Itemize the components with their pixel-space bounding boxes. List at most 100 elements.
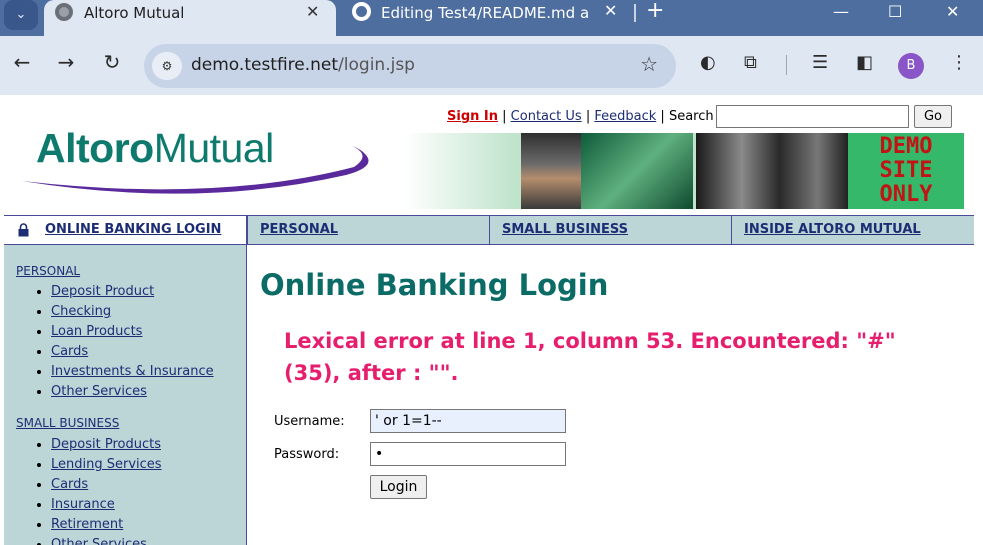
tab-altoro-mutual[interactable]: Altoro Mutual ✕: [44, 0, 336, 36]
toolbar-divider: [786, 55, 787, 75]
sidebar-link[interactable]: Cards: [51, 344, 88, 359]
demo-text: ONLY: [879, 182, 933, 207]
top-links: Sign In | Contact Us | Feedback | Search: [447, 109, 714, 124]
sign-in-link[interactable]: Sign In: [447, 109, 498, 124]
sidebar-link[interactable]: Deposit Products: [51, 437, 161, 452]
list-item: Checking: [51, 303, 214, 323]
address-bar[interactable]: ⚙ demo.testfire.net/login.jsp ☆: [144, 44, 676, 88]
sidebar-link[interactable]: Other Services: [51, 537, 147, 545]
tab-github-readme[interactable]: Editing Test4/README.md at m ✕: [342, 0, 632, 30]
sidebar-link[interactable]: Insurance: [51, 497, 115, 512]
back-button[interactable]: ←: [10, 50, 34, 74]
list-item: Retirement: [51, 516, 162, 536]
banner-photo-meeting: [696, 133, 848, 209]
error-message: Lexical error at line 1, column 53. Enco…: [284, 329, 896, 385]
sidebar-personal-list: Deposit Product Checking Loan Products C…: [51, 283, 214, 403]
list-item: Cards: [51, 476, 162, 496]
tune-icon: ⚙: [161, 59, 173, 73]
sidebar-link[interactable]: Retirement: [51, 517, 123, 532]
url-text[interactable]: demo.testfire.net/login.jsp: [191, 55, 415, 75]
tab-search-button[interactable]: ⌄: [4, 0, 38, 30]
logo-wordmark: AltoroMutual: [36, 125, 274, 172]
left-sidebar: PERSONAL Deposit Product Checking Loan P…: [4, 245, 247, 545]
username-field[interactable]: ' or 1=1--: [370, 409, 566, 433]
contact-us-link[interactable]: Contact Us: [511, 109, 582, 124]
lock-icon: [18, 223, 29, 237]
arrow-left-icon: ←: [13, 50, 31, 74]
tab-divider: [634, 4, 636, 22]
banner-photo-keyboard: [581, 133, 693, 209]
nav-login-link[interactable]: ONLINE BANKING LOGIN: [45, 216, 221, 244]
demo-site-only-badge: DEMO SITE ONLY: [848, 133, 964, 209]
password-field[interactable]: •: [370, 442, 566, 466]
url-path: /login.jsp: [338, 55, 415, 75]
nav-small-business-link[interactable]: SMALL BUSINESS: [502, 222, 628, 237]
close-icon[interactable]: ✕: [604, 3, 617, 19]
sidebar-link[interactable]: Cards: [51, 477, 88, 492]
sidebar-heading-small-business[interactable]: SMALL BUSINESS: [16, 416, 119, 430]
site-info-button[interactable]: ⚙: [152, 52, 182, 80]
list-item: Other Services: [51, 536, 162, 545]
nav-inside-altoro[interactable]: INSIDE ALTORO MUTUAL: [731, 216, 974, 244]
sidebar-heading-personal[interactable]: PERSONAL: [16, 264, 80, 278]
kebab-menu-icon[interactable]: ⋮: [950, 52, 968, 74]
list-item: Other Services: [51, 383, 214, 403]
sidebar-link[interactable]: Loan Products: [51, 324, 142, 339]
chevron-down-icon: ⌄: [15, 7, 27, 22]
main-nav: ONLINE BANKING LOGIN PERSONAL SMALL BUSI…: [4, 215, 974, 245]
link-separator: |: [585, 109, 591, 124]
forward-button[interactable]: →: [54, 50, 78, 74]
new-tab-button[interactable]: +: [646, 0, 664, 23]
banner-photo-woman: [521, 133, 581, 209]
search-label: Search: [668, 109, 714, 124]
maximize-button[interactable]: ☐: [888, 0, 902, 24]
sidebar-link[interactable]: Investments & Insurance: [51, 364, 214, 379]
demo-text: SITE: [879, 158, 933, 183]
arrow-right-icon: →: [57, 50, 75, 74]
sidebar-business-list: Deposit Products Lending Services Cards …: [51, 436, 162, 545]
demo-text: DEMO: [879, 134, 933, 159]
feedback-link[interactable]: Feedback: [594, 109, 656, 124]
close-icon[interactable]: ✕: [306, 4, 319, 20]
minimize-button[interactable]: —: [833, 0, 849, 24]
nav-small-business[interactable]: SMALL BUSINESS: [489, 216, 731, 244]
profile-avatar[interactable]: B: [898, 53, 924, 79]
reload-icon: ↻: [103, 50, 121, 74]
web-page: Sign In | Contact Us | Feedback | Search…: [0, 95, 983, 545]
browser-window: ⌄ Altoro Mutual ✕ Editing Test4/README.m…: [0, 0, 983, 545]
url-host: demo.testfire.net: [191, 55, 339, 75]
nav-personal-link[interactable]: PERSONAL: [260, 222, 338, 237]
close-window-button[interactable]: ✕: [946, 0, 959, 24]
sidebar-link[interactable]: Checking: [51, 304, 111, 319]
extension-shield-icon[interactable]: ◐: [700, 52, 716, 74]
site-search-input[interactable]: [716, 105, 909, 128]
nav-personal[interactable]: PERSONAL: [247, 216, 489, 244]
altoro-mutual-logo[interactable]: AltoroMutual: [16, 121, 406, 211]
tab-title: Altoro Mutual: [84, 4, 185, 22]
list-item: Loan Products: [51, 323, 214, 343]
password-label: Password:: [274, 447, 340, 462]
username-label: Username:: [274, 414, 345, 429]
search-go-button[interactable]: Go: [914, 105, 952, 128]
page-title: Online Banking Login: [260, 268, 609, 302]
sidebar-link[interactable]: Other Services: [51, 384, 147, 399]
sidebar-link[interactable]: Lending Services: [51, 457, 162, 472]
link-separator: |: [660, 109, 665, 124]
nav-inside-altoro-link[interactable]: INSIDE ALTORO MUTUAL: [744, 222, 921, 237]
tab-strip: ⌄ Altoro Mutual ✕ Editing Test4/README.m…: [0, 0, 983, 36]
globe-icon: [55, 3, 73, 21]
login-button[interactable]: Login: [370, 475, 427, 499]
sidebar-link[interactable]: Deposit Product: [51, 284, 154, 299]
logo-word-altoro: Altoro: [36, 125, 154, 171]
list-item: Deposit Products: [51, 436, 162, 456]
extensions-puzzle-icon[interactable]: ⧉: [744, 52, 757, 74]
media-queue-icon[interactable]: ☰: [812, 52, 828, 74]
bookmark-star-icon[interactable]: ☆: [640, 52, 658, 76]
reload-button[interactable]: ↻: [100, 50, 124, 74]
logo-word-mutual: Mutual: [153, 125, 275, 171]
list-item: Lending Services: [51, 456, 162, 476]
list-item: Insurance: [51, 496, 162, 516]
list-item: Investments & Insurance: [51, 363, 214, 383]
side-panel-icon[interactable]: ◧: [856, 52, 873, 74]
nav-online-banking-login[interactable]: ONLINE BANKING LOGIN: [4, 216, 247, 244]
